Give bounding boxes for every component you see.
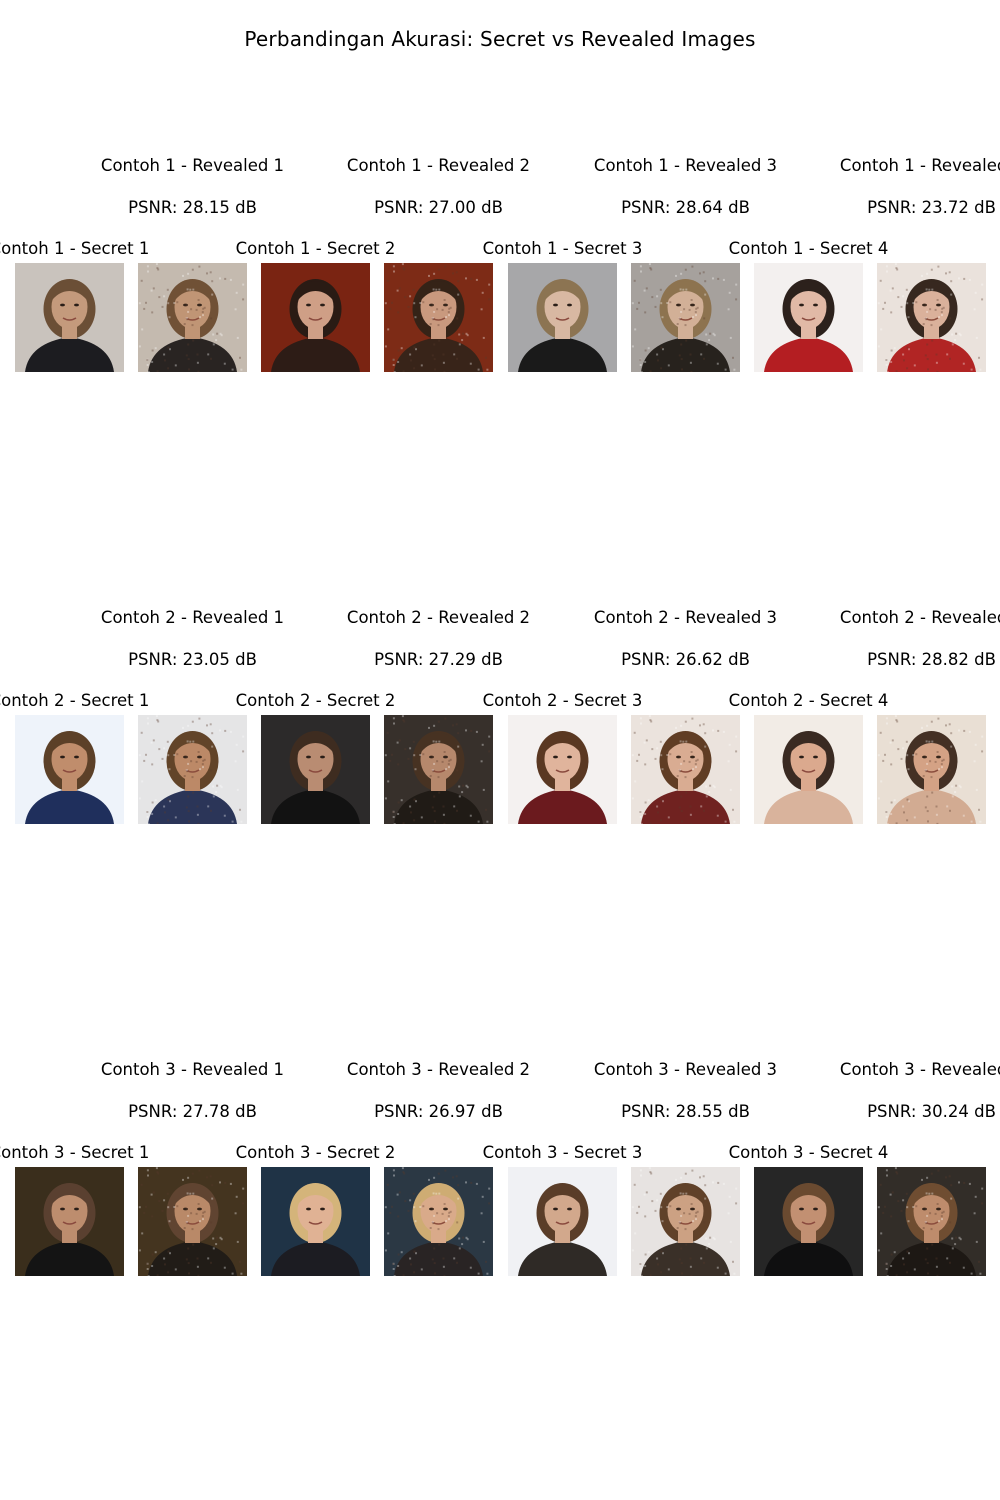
portrait-photo <box>877 715 986 824</box>
portrait-photo <box>138 715 247 824</box>
psnr-label: PSNR: 28.82 dB <box>867 650 996 669</box>
portrait-photo <box>877 1167 986 1276</box>
psnr-label: PSNR: 30.24 dB <box>867 1102 996 1121</box>
secret-image <box>15 263 124 372</box>
portrait-photo <box>261 715 370 824</box>
revealed-image <box>877 1167 986 1276</box>
secret-image <box>261 715 370 824</box>
revealed-image <box>138 1167 247 1276</box>
revealed-image <box>384 1167 493 1276</box>
revealed-image <box>877 263 986 372</box>
revealed-title: Contoh 3 - Revealed 4 <box>839 1060 1000 1079</box>
portrait-photo <box>508 263 617 372</box>
secret-image <box>261 263 370 372</box>
figure-title: Perbandingan Akurasi: Secret vs Revealed… <box>244 27 756 51</box>
portrait-photo <box>631 263 740 372</box>
portrait-photo <box>384 715 493 824</box>
portrait-photo <box>631 1167 740 1276</box>
secret-image <box>508 263 617 372</box>
revealed-image <box>631 1167 740 1276</box>
revealed-image <box>138 715 247 824</box>
portrait-photo <box>754 1167 863 1276</box>
portrait-photo <box>384 263 493 372</box>
secret-image <box>508 715 617 824</box>
portrait-photo <box>15 1167 124 1276</box>
secret-image <box>754 715 863 824</box>
revealed-image <box>631 715 740 824</box>
secret-title: Contoh 2 - Secret 4 <box>728 691 889 710</box>
portrait-photo <box>261 263 370 372</box>
revealed-image <box>631 263 740 372</box>
secret-image <box>15 715 124 824</box>
portrait-photo <box>261 1167 370 1276</box>
portrait-photo <box>508 715 617 824</box>
portrait-photo <box>508 1167 617 1276</box>
secret-image <box>508 1167 617 1276</box>
secret-image <box>15 1167 124 1276</box>
portrait-photo <box>631 715 740 824</box>
secret-image <box>754 263 863 372</box>
revealed-image <box>877 715 986 824</box>
secret-image <box>261 1167 370 1276</box>
portrait-photo <box>138 1167 247 1276</box>
revealed-title: Contoh 1 - Revealed 4 <box>839 156 1000 175</box>
psnr-label: PSNR: 23.72 dB <box>867 198 996 217</box>
portrait-photo <box>15 263 124 372</box>
revealed-image <box>138 263 247 372</box>
secret-image <box>754 1167 863 1276</box>
portrait-photo <box>384 1167 493 1276</box>
portrait-photo <box>754 263 863 372</box>
portrait-photo <box>138 263 247 372</box>
revealed-title: Contoh 2 - Revealed 4 <box>839 608 1000 627</box>
secret-title: Contoh 3 - Secret 4 <box>728 1143 889 1162</box>
figure-canvas: { "title": "Perbandingan Akurasi: Secret… <box>0 0 1000 1500</box>
portrait-photo <box>754 715 863 824</box>
portrait-photo <box>877 263 986 372</box>
secret-title: Contoh 1 - Secret 4 <box>728 239 889 258</box>
revealed-image <box>384 263 493 372</box>
revealed-image <box>384 715 493 824</box>
portrait-photo <box>15 715 124 824</box>
